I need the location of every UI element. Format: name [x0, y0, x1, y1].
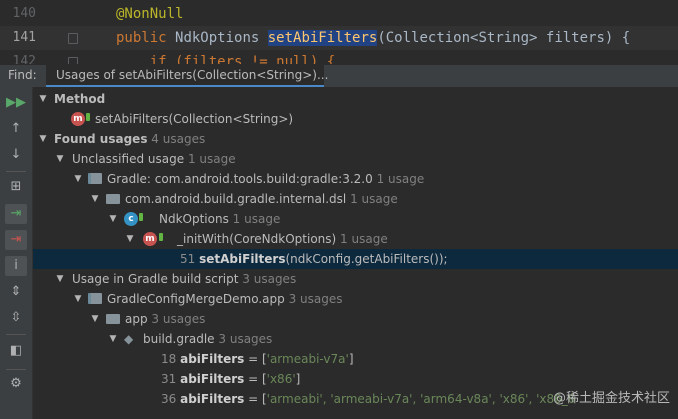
code-text[interactable]: public NdkOptions setAbiFilters(Collecti…	[116, 26, 630, 50]
chevron-down-icon[interactable]: ▼	[37, 89, 49, 109]
code-editor[interactable]: 140 @NonNull 141 public NdkOptions setAb…	[0, 0, 678, 64]
node-label: _initWith(CoreNdkOptions) 1 usage	[177, 232, 388, 246]
previous-occurrence-icon[interactable]: ↑	[5, 119, 27, 139]
editor-line[interactable]: 140 @NonNull	[0, 2, 678, 26]
usages-tree[interactable]: ▼ Method m setAbiFilters(Collection<Stri…	[33, 87, 678, 419]
node-label: Method	[54, 92, 106, 106]
navigate-icon[interactable]: ⇥	[5, 204, 27, 224]
code-params: (Collection<String> filters) {	[377, 30, 631, 46]
watermark: @稀土掘金技术社区	[552, 391, 670, 406]
tree-node-method[interactable]: m setAbiFilters(Collection<String>)	[33, 109, 678, 129]
usage-row-selected[interactable]: 51 setAbiFilters(ndkConfig.getAbiFilters…	[33, 249, 678, 269]
package-icon	[106, 194, 120, 204]
library-icon	[88, 173, 102, 184]
tree-node-build-gradle[interactable]: ▼ ◆ build.gradle 3 usages	[33, 329, 678, 349]
chevron-down-icon[interactable]: ▼	[37, 129, 49, 149]
node-label: setAbiFilters(Collection<String>)	[95, 112, 294, 126]
rerun-icon[interactable]: ▶▶	[5, 93, 27, 113]
line-number: 141	[12, 30, 36, 45]
info-icon[interactable]: i	[5, 256, 27, 276]
public-access-icon	[139, 213, 143, 221]
fold-icon[interactable]	[68, 57, 78, 64]
find-toolwindow-header: Find: Usages of setAbiFilters(Collection…	[0, 64, 678, 88]
chevron-down-icon[interactable]: ▼	[72, 169, 84, 189]
node-label: GradleConfigMergeDemo.app 3 usages	[107, 292, 343, 306]
line-number: 140	[12, 6, 36, 21]
tree-node-method-header[interactable]: ▼ Method	[33, 89, 678, 109]
usage-row[interactable]: 31 abiFilters = ['x86']	[33, 369, 678, 389]
toolbar-divider	[6, 369, 26, 370]
chevron-down-icon[interactable]: ▼	[89, 189, 101, 209]
tree-node-class[interactable]: ▼ c NdkOptions 1 usage	[33, 209, 678, 229]
tree-node-init-method[interactable]: ▼ m _initWith(CoreNdkOptions) 1 usage	[33, 229, 678, 249]
toolbar-divider	[6, 334, 26, 335]
find-label: Find:	[8, 68, 37, 82]
tree-node-unclassified[interactable]: ▼ Unclassified usage 1 usage	[33, 149, 678, 169]
chevron-down-icon[interactable]: ▼	[54, 149, 66, 169]
node-label: NdkOptions 1 usage	[159, 212, 281, 226]
method-icon: m	[143, 232, 157, 246]
module-icon	[88, 293, 102, 304]
settings-icon[interactable]: ⚙	[5, 374, 27, 394]
expand-all-icon[interactable]: ⇕	[5, 282, 27, 302]
fold-icon[interactable]	[68, 33, 78, 44]
editor-line-current[interactable]: 141 public NdkOptions setAbiFilters(Coll…	[0, 26, 678, 50]
tree-node-project[interactable]: ▼ GradleConfigMergeDemo.app 3 usages	[33, 289, 678, 309]
tree-node-found-usages[interactable]: ▼ Found usages 4 usages	[33, 129, 678, 149]
public-access-icon	[159, 233, 163, 241]
usages-tab-title: Usages of setAbiFilters(Collection<Strin…	[56, 68, 329, 82]
node-label: com.android.build.gradle.internal.dsl 1 …	[125, 192, 398, 206]
group-by-icon[interactable]: ⊞	[5, 177, 27, 197]
toolbar-divider	[6, 171, 26, 172]
tree-node-app[interactable]: ▼ app 3 usages	[33, 309, 678, 329]
code-text[interactable]: if (filters != null) {	[116, 50, 335, 64]
node-label: app 3 usages	[125, 312, 206, 326]
collapse-all-icon[interactable]: ⇳	[5, 308, 27, 328]
next-occurrence-icon[interactable]: ↓	[5, 145, 27, 165]
node-label: Unclassified usage 1 usage	[72, 152, 236, 166]
usages-tab[interactable]: Usages of setAbiFilters(Collection<Strin…	[46, 65, 328, 87]
tree-node-gradle-script[interactable]: ▼ Usage in Gradle build script 3 usages	[33, 269, 678, 289]
chevron-down-icon[interactable]: ▼	[107, 209, 119, 229]
usage-line: 18 abiFilters = ['armeabi-v7a']	[161, 352, 354, 366]
usage-line: 36 abiFilters = ['armeabi', 'armeabi-v7a…	[161, 392, 576, 406]
keyword: public	[116, 30, 176, 46]
chevron-down-icon[interactable]: ▼	[54, 269, 66, 289]
node-label: build.gradle 3 usages	[143, 332, 273, 346]
class-icon: c	[124, 212, 138, 226]
chevron-down-icon[interactable]: ▼	[72, 289, 84, 309]
line-number: 142	[12, 54, 36, 64]
node-label: Found usages 4 usages	[54, 132, 206, 146]
tree-node-package[interactable]: ▼ com.android.build.gradle.internal.dsl …	[33, 189, 678, 209]
node-label: Usage in Gradle build script 3 usages	[72, 272, 297, 286]
code-text[interactable]: @NonNull	[116, 2, 183, 26]
folder-icon	[106, 314, 120, 324]
chevron-down-icon[interactable]: ▼	[89, 309, 101, 329]
preview-icon[interactable]: ◧	[5, 341, 27, 361]
public-access-icon	[86, 113, 90, 121]
stop-icon[interactable]: ⇥	[5, 230, 27, 250]
highlighted-method[interactable]: setAbiFilters	[267, 30, 378, 46]
chevron-down-icon[interactable]: ▼	[107, 329, 119, 349]
method-icon: m	[71, 112, 85, 126]
chevron-down-icon[interactable]: ▼	[124, 229, 136, 249]
find-toolbar: ▶▶ ↑ ↓ ⊞ ⇥ ⇥ i ⇕ ⇳ ◧ ⚙	[0, 87, 33, 419]
usage-row[interactable]: 18 abiFilters = ['armeabi-v7a']	[33, 349, 678, 369]
editor-line[interactable]: 142 if (filters != null) {	[0, 50, 678, 64]
node-label: Gradle: com.android.tools.build:gradle:3…	[107, 172, 425, 186]
tree-node-gradle-library[interactable]: ▼ Gradle: com.android.tools.build:gradle…	[33, 169, 678, 189]
gradle-elephant-icon: ◆	[124, 332, 134, 346]
code-type: NdkOptions	[175, 30, 268, 46]
usage-line: 51 setAbiFilters(ndkConfig.getAbiFilters…	[180, 252, 448, 266]
usage-line: 31 abiFilters = ['x86']	[161, 372, 301, 386]
